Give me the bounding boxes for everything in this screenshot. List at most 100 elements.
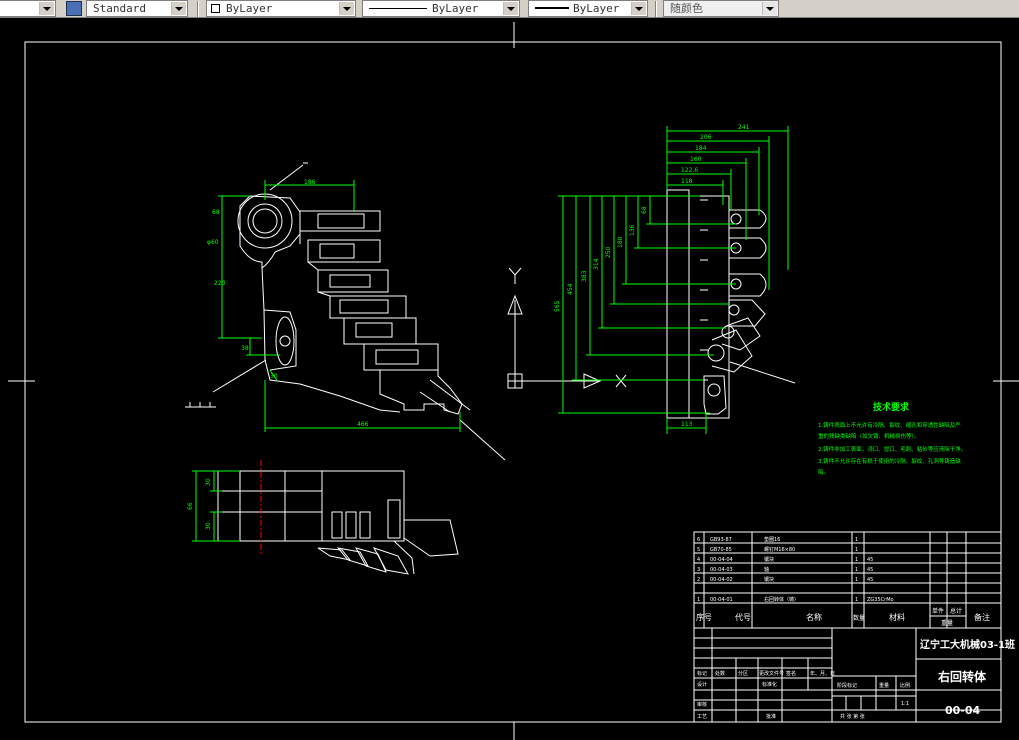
chevron-down-icon[interactable] xyxy=(503,2,518,15)
bom-header-weight: 重量 xyxy=(941,619,953,627)
dim-label: 220 xyxy=(214,280,226,287)
bom-no: 5 xyxy=(697,547,700,553)
linetype-value: ByLayer xyxy=(432,2,479,15)
bom-header-mat: 材料 xyxy=(889,612,905,622)
dim-label: 186 xyxy=(304,179,316,186)
process-label: 工艺 xyxy=(697,714,707,720)
bom-code: GB93-87 xyxy=(710,537,732,543)
chevron-down-icon[interactable] xyxy=(339,2,354,15)
tech-req-line: 2.铸件非加工表面，浇口、冒口、毛刺、粘砂等应清除干净。 xyxy=(818,445,966,453)
bom-name: 螺钉M16×80 xyxy=(764,546,795,553)
school-label: 辽宁工大机械03-1班 xyxy=(920,638,1015,651)
bom-code: 00-04-03 xyxy=(710,567,733,573)
bom-qty: 1 xyxy=(855,577,858,583)
dim-label: 160 xyxy=(690,156,702,163)
plot-style-value: 随颜色 xyxy=(670,2,703,15)
dim-label: φ60 xyxy=(207,239,219,246)
drawing-number: 00-04 xyxy=(945,704,981,717)
tech-req-line: 重的残缺类缺陷（如欠铸、机械损伤等）。 xyxy=(818,432,920,440)
bom-qty: 1 xyxy=(855,567,858,573)
bom-mat: ZG35CrMo xyxy=(867,597,894,603)
dim-label: 565 xyxy=(554,300,561,312)
dim-label: 136 xyxy=(629,224,636,236)
rev-header: 年、月、日 xyxy=(810,670,835,677)
tech-req-line: 3.铸件不允许存在有损于使用的冷隔、裂纹、孔洞等铸造缺 xyxy=(818,457,961,465)
chevron-down-icon[interactable] xyxy=(171,2,186,15)
scale-value: 1:1 xyxy=(901,701,909,707)
tech-req-line: 陷。 xyxy=(818,468,829,476)
bom-mat: 45 xyxy=(867,557,873,563)
dim-label: 113 xyxy=(681,421,693,428)
layer-color-combo[interactable]: ByLayer xyxy=(206,0,356,17)
bom-qty: 1 xyxy=(855,537,858,543)
linetype-preview-icon xyxy=(369,8,427,9)
layer-color-value: ByLayer xyxy=(226,2,273,15)
dim-label: 250 xyxy=(605,246,612,258)
dim-label: 68 xyxy=(641,206,648,214)
dim-label: 454 xyxy=(567,283,574,295)
dim-label: 30 xyxy=(270,373,278,380)
bom-qty: 1 xyxy=(855,557,858,563)
dim-style-combo-partial[interactable] xyxy=(0,0,56,17)
bom-name: 右回转体（铸） xyxy=(764,596,799,603)
text-style-combo[interactable]: Standard xyxy=(86,0,188,17)
bom-header-name: 名称 xyxy=(806,612,822,622)
bom-code: 00-04-04 xyxy=(710,557,733,563)
dim-label: 466 xyxy=(357,421,369,428)
bom-header-note: 备注 xyxy=(974,612,990,622)
part-name: 右回转体 xyxy=(937,669,987,684)
chevron-down-icon[interactable] xyxy=(631,2,646,15)
design-label: 设计 xyxy=(697,681,707,688)
lineweight-combo[interactable]: ByLayer xyxy=(528,0,648,17)
bom-header-total-weight: 总计 xyxy=(950,607,962,615)
sheets-label: 共 张 第 张 xyxy=(840,713,865,720)
bom-no: 1 xyxy=(697,597,700,603)
drawing-canvas[interactable]: 186 68 φ60 220 38 30 466 241 206 184 160… xyxy=(0,18,1019,740)
dim-label: 180 xyxy=(617,236,624,248)
bom-qty: 1 xyxy=(855,547,858,553)
stage-label: 阶段标记 xyxy=(837,682,857,689)
bom-header-code: 代号 xyxy=(735,612,751,622)
bom-no: 4 xyxy=(697,557,700,563)
dim-label: 383 xyxy=(581,270,588,282)
scale-label: 比例 xyxy=(900,682,910,689)
properties-toolbar: Standard ByLayer ByLayer ByLayer 随颜色 xyxy=(0,0,1019,18)
bom-header-no: 序号 xyxy=(696,612,712,622)
dim-label: 66 xyxy=(187,502,194,510)
bom-qty: 1 xyxy=(855,597,858,603)
bom-name: 垫圈16 xyxy=(764,536,780,543)
color-swatch-icon xyxy=(211,4,220,13)
bom-name: 镶块 xyxy=(764,556,774,563)
rev-header: 标记 xyxy=(697,670,707,677)
bom-no: 3 xyxy=(697,567,700,573)
dim-label: 118 xyxy=(681,178,693,185)
bom-code: 00-04-01 xyxy=(710,597,733,603)
tech-req-title: 技术要求 xyxy=(873,401,910,413)
chevron-down-icon[interactable] xyxy=(762,2,777,15)
dim-label: 241 xyxy=(738,124,750,131)
lineweight-value: ByLayer xyxy=(573,2,620,15)
rev-header: 签名 xyxy=(786,670,796,677)
bom-code: GB70-85 xyxy=(710,547,732,553)
bom-header-unit-weight: 单件 xyxy=(932,607,944,615)
toolbar-separator xyxy=(655,1,657,17)
rev-header: 分区 xyxy=(738,670,748,677)
dim-label: 314 xyxy=(593,258,600,270)
bom-no: 6 xyxy=(697,537,700,543)
bom-no: 2 xyxy=(697,577,700,583)
dim-label: 122.6 xyxy=(681,167,698,174)
rev-header: 处数 xyxy=(715,670,725,677)
bom-mat: 45 xyxy=(867,567,873,573)
linetype-combo[interactable]: ByLayer xyxy=(362,0,520,17)
rev-header: 更改文件号 xyxy=(759,670,784,677)
plot-style-combo[interactable]: 随颜色 xyxy=(663,0,779,17)
bom-code: 00-04-02 xyxy=(710,577,733,583)
dim-label: 30 xyxy=(205,478,212,486)
tech-req-line: 1.铸件表面上不允许有冷隔、裂纹、缩孔和穿透性缺陷及严 xyxy=(818,421,961,429)
text-style-icon[interactable] xyxy=(66,1,82,16)
chevron-down-icon[interactable] xyxy=(39,2,54,15)
bom-name: 镶块 xyxy=(764,576,774,583)
weight-label: 重量 xyxy=(879,682,889,689)
standardize-label: 标准化 xyxy=(762,681,777,688)
approve-label: 批准 xyxy=(766,713,776,720)
